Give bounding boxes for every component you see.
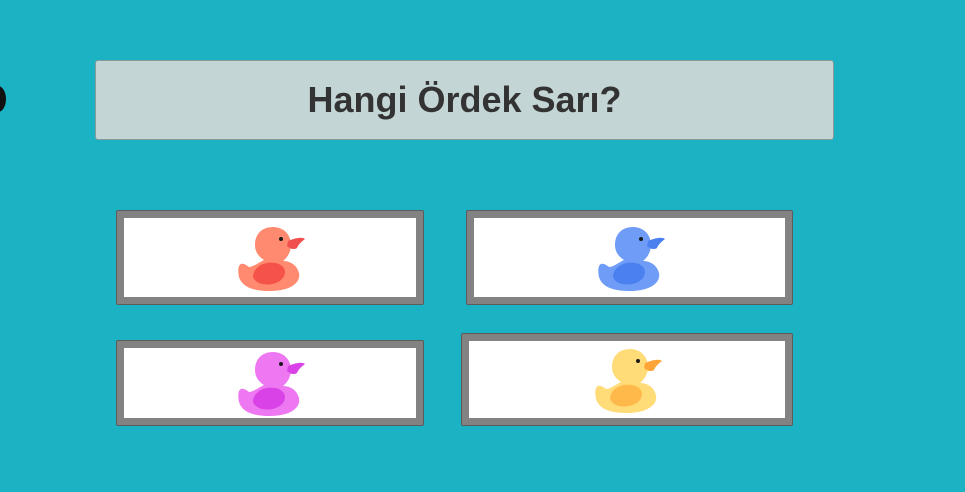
duck-option-red[interactable] — [116, 210, 424, 305]
red-duck-icon — [238, 226, 305, 291]
duck-option-blue-face — [474, 218, 785, 297]
duck-eye — [638, 236, 643, 241]
duck-option-pink-face — [124, 348, 416, 418]
duck-option-yellow-face — [469, 341, 785, 418]
offscreen-element — [0, 86, 6, 112]
duck-eye — [279, 362, 283, 366]
duck-option-yellow[interactable] — [461, 333, 793, 426]
pink-duck-icon — [238, 352, 305, 416]
duck-option-pink[interactable] — [116, 340, 424, 426]
game-stage: Hangi Ördek Sarı? — [0, 0, 965, 492]
blue-duck-icon — [597, 226, 665, 291]
duck-option-blue[interactable] — [466, 210, 793, 305]
yellow-duck-icon — [595, 348, 662, 413]
duck-eye — [636, 358, 640, 363]
duck-option-red-face — [124, 218, 416, 297]
question-text: Hangi Ördek Sarı? — [307, 79, 622, 120]
question-banner: Hangi Ördek Sarı? — [95, 60, 834, 140]
duck-eye — [279, 236, 283, 241]
